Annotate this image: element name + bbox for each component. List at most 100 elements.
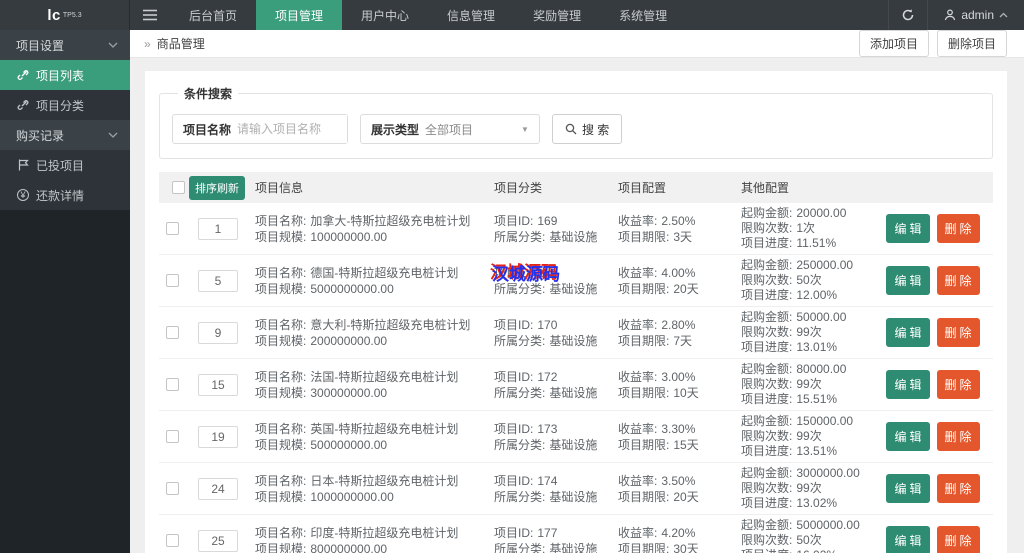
project-scale-value: 100000000.00	[310, 229, 388, 244]
field-label: 项目名称:	[255, 265, 307, 280]
min-amount-value: 80000.00	[796, 362, 847, 376]
sort-order-input[interactable]	[198, 373, 238, 396]
field-label: 项目期限:	[618, 437, 670, 452]
sort-refresh-button[interactable]: 排序刷新	[189, 175, 245, 200]
sort-order-input[interactable]	[198, 217, 238, 240]
sidebar-item-project-list[interactable]: 项目列表	[0, 60, 130, 90]
project-name-value: 印度-特斯拉超级充电桩计划	[310, 525, 459, 540]
search-legend: 条件搜索	[184, 87, 233, 101]
delete-button[interactable]: 删除	[936, 266, 980, 295]
sort-order-input[interactable]	[198, 529, 238, 552]
sidebar-item-repayment-details[interactable]: ¥ 还款详情	[0, 180, 130, 210]
sort-order-input[interactable]	[198, 269, 238, 292]
hamburger-icon[interactable]	[130, 0, 170, 30]
project-name-value: 加拿大-特斯拉超级充电桩计划	[310, 213, 471, 228]
table-row: 项目名称:法国-特斯拉超级充电桩计划 项目规模:300000000.00 项目I…	[159, 359, 993, 411]
field-label: 起购金额:	[741, 310, 793, 324]
select-caret-icon: ▼	[521, 124, 529, 134]
field-label: 限购次数:	[741, 481, 793, 495]
add-project-button[interactable]: 添加项目	[858, 30, 929, 57]
edit-button[interactable]: 编辑	[886, 318, 930, 347]
edit-button[interactable]: 编辑	[886, 370, 930, 399]
search-button[interactable]: 搜 索	[551, 114, 623, 144]
progress-value: 16.02%	[796, 548, 837, 553]
delete-button[interactable]: 删除	[936, 318, 980, 347]
min-amount-value: 150000.00	[796, 414, 854, 428]
project-category-value: 基础设施	[549, 437, 598, 452]
delete-button[interactable]: 删除	[936, 422, 980, 451]
rate-value: 4.20%	[661, 525, 696, 540]
project-name-value: 法国-特斯拉超级充电桩计划	[310, 369, 459, 384]
link-icon	[16, 69, 30, 81]
table-row: 项目名称:加拿大-特斯拉超级充电桩计划 项目规模:100000000.00 项目…	[159, 203, 993, 255]
row-checkbox[interactable]	[165, 430, 179, 443]
limit-count-value: 1次	[796, 221, 816, 235]
nav-item-system-management[interactable]: 系统管理	[600, 0, 686, 30]
edit-button[interactable]: 编辑	[886, 422, 930, 451]
progress-value: 15.51%	[796, 392, 838, 406]
edit-button[interactable]: 编辑	[886, 214, 930, 243]
field-label: 所属分类:	[494, 437, 546, 452]
project-id-value: 172	[537, 369, 558, 384]
delete-button[interactable]: 删除	[936, 214, 980, 243]
project-category-value: 基础设施	[549, 281, 598, 296]
min-amount-value: 3000000.00	[796, 466, 860, 480]
field-label: 收益率:	[618, 265, 658, 280]
row-checkbox[interactable]	[165, 482, 179, 495]
delete-button[interactable]: 删除	[936, 370, 980, 399]
edit-button[interactable]: 编辑	[886, 474, 930, 503]
sort-order-input[interactable]	[198, 425, 238, 448]
sidebar: 项目设置 项目列表 项目分类 购买记录 已投项目 ¥ 还款详情	[0, 30, 130, 553]
field-label: 项目ID:	[494, 369, 534, 384]
sort-order-input[interactable]	[198, 321, 238, 344]
select-all-checkbox[interactable]	[172, 181, 185, 194]
row-checkbox[interactable]	[165, 326, 179, 339]
progress-value: 13.01%	[796, 340, 838, 354]
row-checkbox[interactable]	[165, 534, 179, 547]
refresh-icon[interactable]	[888, 0, 929, 30]
progress-value: 11.51%	[796, 236, 837, 250]
user-menu[interactable]: admin	[928, 0, 1024, 30]
nav-item-reward-management[interactable]: 奖励管理	[514, 0, 600, 30]
limit-count-value: 99次	[796, 481, 822, 495]
nav-item-project-management[interactable]: 项目管理	[256, 0, 343, 30]
delete-button[interactable]: 删除	[936, 474, 980, 503]
project-scale-value: 200000000.00	[310, 333, 388, 348]
field-label: 项目规模:	[255, 437, 307, 452]
sidebar-group-project-settings[interactable]: 项目设置	[0, 30, 130, 60]
project-scale-value: 500000000.00	[310, 437, 388, 452]
delete-button[interactable]: 删除	[936, 526, 980, 553]
nav-item-info-management[interactable]: 信息管理	[428, 0, 514, 30]
limit-count-value: 50次	[796, 533, 822, 547]
table-row: 项目名称:日本-特斯拉超级充电桩计划 项目规模:1000000000.00 项目…	[159, 463, 993, 515]
sidebar-item-invested-projects[interactable]: 已投项目	[0, 150, 130, 180]
edit-button[interactable]: 编辑	[886, 266, 930, 295]
sidebar-item-project-category[interactable]: 项目分类	[0, 90, 130, 120]
field-label: 项目期限:	[618, 541, 670, 553]
table-row: 项目名称:英国-特斯拉超级充电桩计划 项目规模:500000000.00 项目I…	[159, 411, 993, 463]
user-icon	[945, 9, 956, 21]
field-label: 项目进度:	[741, 548, 792, 553]
nav-item-dashboard[interactable]: 后台首页	[170, 0, 256, 30]
term-value: 10天	[673, 385, 699, 400]
sort-order-input[interactable]	[198, 477, 238, 500]
field-label: 项目期限:	[618, 385, 670, 400]
edit-button[interactable]: 编辑	[886, 526, 930, 553]
limit-count-value: 99次	[796, 429, 822, 443]
row-checkbox[interactable]	[165, 378, 179, 391]
field-label: 所属分类:	[494, 333, 546, 348]
row-checkbox[interactable]	[165, 222, 179, 235]
progress-value: 12.00%	[796, 288, 838, 302]
project-name-input[interactable]	[237, 115, 348, 143]
project-category-value: 基础设施	[549, 229, 598, 244]
display-type-select[interactable]: 全部项目	[425, 120, 521, 138]
nav-item-user-center[interactable]: 用户中心	[342, 0, 428, 30]
rate-value: 4.00%	[661, 265, 696, 280]
field-label: 收益率:	[618, 369, 658, 384]
delete-project-button[interactable]: 删除项目	[936, 30, 1007, 57]
sidebar-group-purchase-records[interactable]: 购买记录	[0, 120, 130, 150]
row-checkbox[interactable]	[165, 274, 179, 287]
project-scale-value: 5000000000.00	[310, 281, 394, 296]
field-label: 项目名称:	[255, 317, 307, 332]
